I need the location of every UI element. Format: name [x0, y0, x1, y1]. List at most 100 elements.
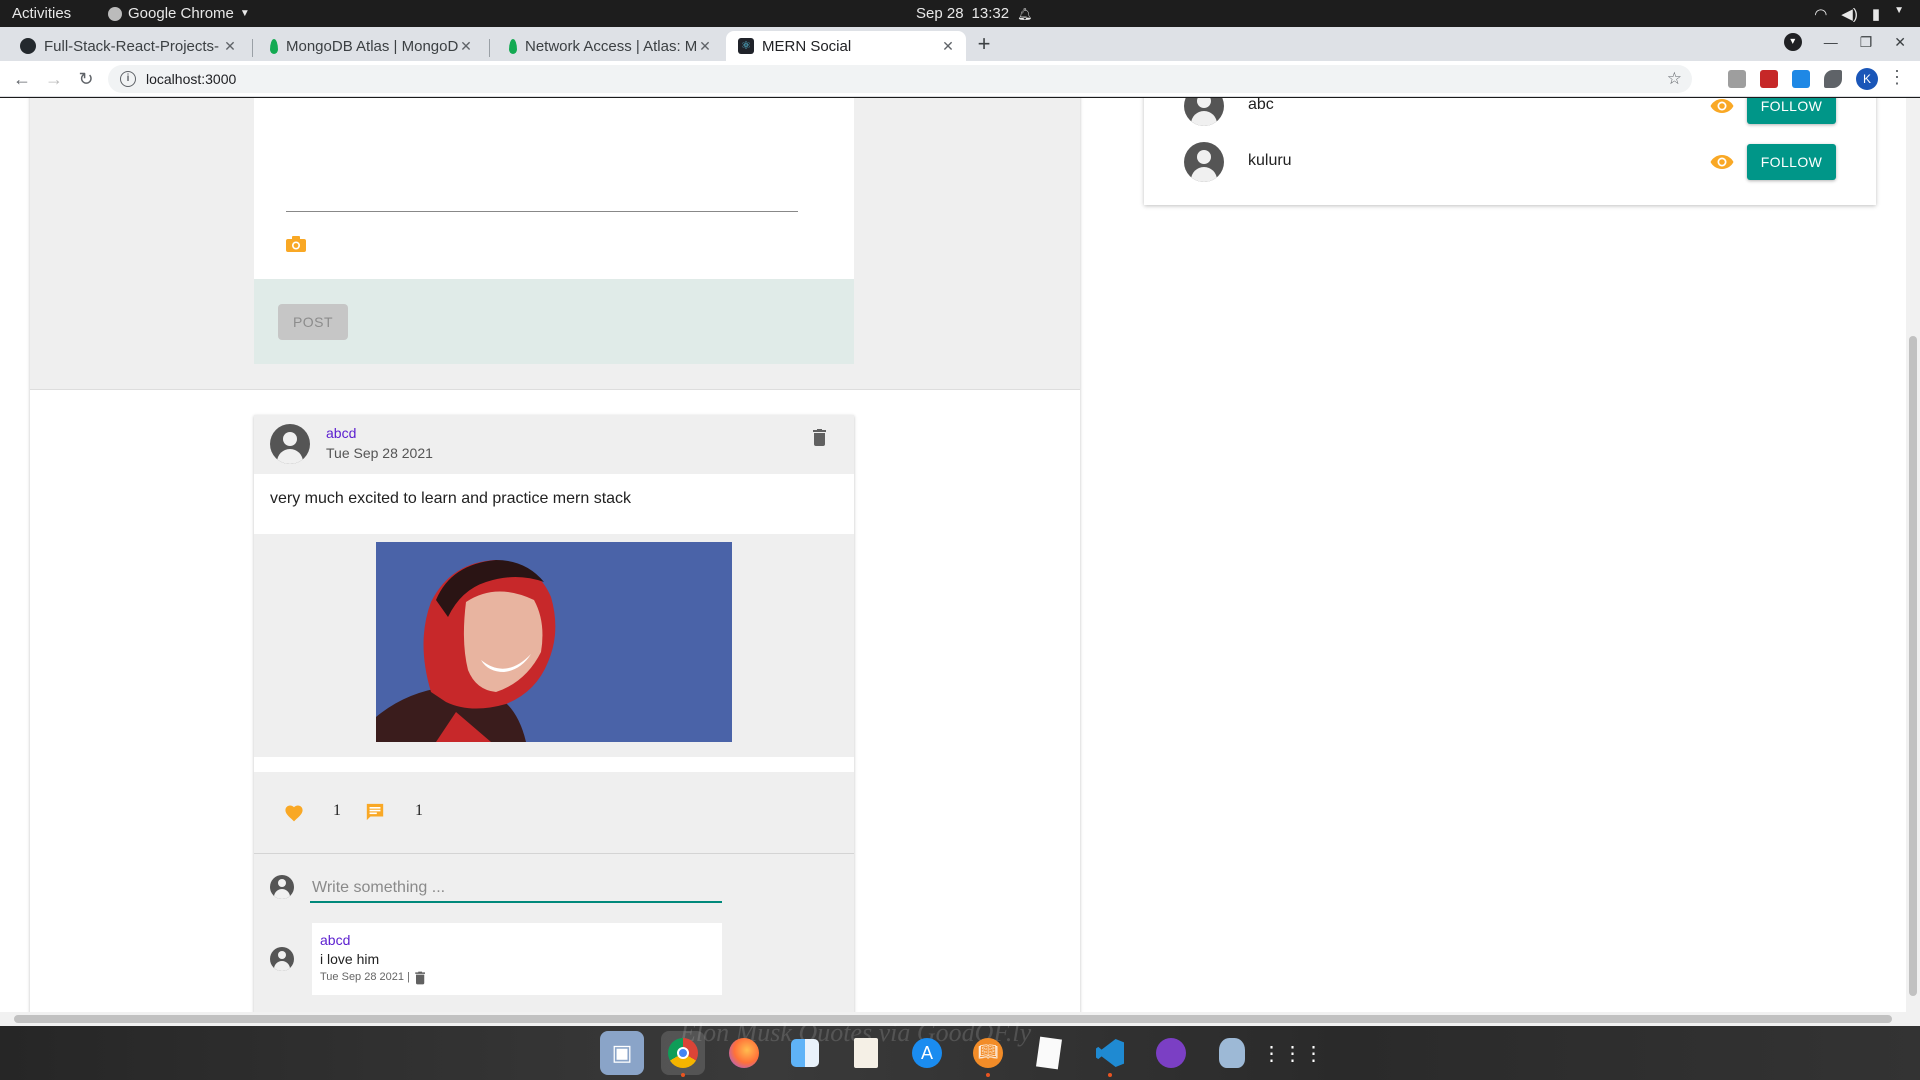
- minimize-icon[interactable]: —: [1824, 34, 1838, 50]
- system-top-bar: Activities Google Chrome ▼ Sep 28 13:32 …: [0, 0, 1920, 27]
- app-menu-label: Google Chrome: [128, 5, 234, 22]
- screenshot-extension-icon[interactable]: [1728, 70, 1746, 88]
- extension-icon[interactable]: [1792, 70, 1810, 88]
- browser-tab-strip: Full-Stack-React-Projects- ✕ MongoDB Atl…: [0, 27, 1920, 61]
- camera-icon[interactable]: [286, 236, 306, 252]
- close-tab-icon[interactable]: ✕: [697, 38, 713, 55]
- extension-icon[interactable]: [1760, 70, 1778, 88]
- scrollbar-thumb[interactable]: [1909, 336, 1917, 996]
- delete-post-icon[interactable]: [813, 429, 826, 446]
- profile-avatar[interactable]: K: [1856, 68, 1878, 90]
- post-date: Tue Sep 28 2021: [326, 445, 433, 461]
- vscode-icon[interactable]: [1088, 1031, 1132, 1077]
- post-actions: 1 1: [254, 772, 854, 854]
- avatar: [270, 947, 294, 971]
- dock-icons: ▣ A 📖︎ ⋮⋮⋮: [600, 1031, 1324, 1077]
- post-card: abcd Tue Sep 28 2021 very much excited t…: [254, 415, 854, 1012]
- follow-user-name[interactable]: abc: [1248, 98, 1274, 114]
- view-profile-eye-icon[interactable]: [1710, 154, 1734, 170]
- close-window-icon[interactable]: ✕: [1894, 34, 1906, 51]
- who-to-follow-card: abc FOLLOW kuluru FOLLOW: [1144, 98, 1876, 205]
- bookmark-star-icon[interactable]: ☆: [1667, 69, 1682, 89]
- post-image: [376, 542, 732, 742]
- maximize-icon[interactable]: ❐: [1860, 34, 1873, 51]
- post-button[interactable]: POST: [278, 304, 348, 340]
- post-divider: [254, 757, 854, 772]
- avatar[interactable]: [1184, 142, 1224, 182]
- app-menu[interactable]: Google Chrome ▼: [108, 5, 250, 22]
- comment-input[interactable]: [310, 875, 722, 903]
- tab-separator: [252, 39, 253, 57]
- activities-button[interactable]: Activities: [12, 5, 71, 22]
- follow-list-item: kuluru FOLLOW: [1144, 142, 1876, 192]
- browser-toolbar: ← → ↻ i localhost:3000 ☆ K ⋮: [0, 61, 1920, 97]
- reload-icon[interactable]: ↻: [74, 67, 98, 91]
- show-applications-icon[interactable]: ⋮⋮⋮: [1262, 1031, 1324, 1075]
- close-tab-icon[interactable]: ✕: [458, 38, 474, 55]
- github-desktop-icon[interactable]: [1149, 1031, 1193, 1075]
- comment-author-link[interactable]: abcd: [320, 932, 350, 948]
- follow-list-item: abc FOLLOW: [1144, 98, 1876, 136]
- clock[interactable]: Sep 28 13:32 🔔︎: [916, 5, 1032, 22]
- tab-title: MERN Social: [762, 37, 852, 55]
- screenshot-app-icon[interactable]: ▣: [600, 1031, 644, 1075]
- wifi-icon: ◠: [1814, 6, 1828, 23]
- tab-separator: [489, 39, 490, 57]
- clock-time: 13:32: [971, 5, 1010, 22]
- finder-icon[interactable]: [783, 1031, 827, 1075]
- avatar: [270, 875, 294, 899]
- firefox-icon[interactable]: [722, 1031, 766, 1075]
- address-bar[interactable]: i localhost:3000 ☆: [108, 65, 1692, 93]
- tab-github[interactable]: Full-Stack-React-Projects- ✕: [8, 31, 248, 61]
- follow-button[interactable]: FOLLOW: [1747, 144, 1836, 180]
- books-icon[interactable]: 📖︎: [966, 1031, 1010, 1077]
- tab-mern-social[interactable]: ⚛ MERN Social ✕: [726, 31, 966, 61]
- url-text: localhost:3000: [146, 71, 237, 87]
- system-tray[interactable]: ◠ ◀) ▮ ▼: [1814, 5, 1904, 23]
- post-text-field-underline[interactable]: [286, 211, 798, 212]
- window-controls: ▾ — ❐ ✕: [1783, 33, 1906, 51]
- comment-item: abcd i love him Tue Sep 28 2021 |: [312, 923, 722, 995]
- clock-date: Sep 28: [916, 5, 964, 22]
- like-heart-icon[interactable]: [284, 803, 304, 823]
- puzzle-extensions-icon[interactable]: [1824, 70, 1842, 88]
- newsfeed-card: POST abcd Tue Sep 28 2021 very much exci…: [30, 98, 1080, 1012]
- comment-text: i love him: [320, 951, 380, 967]
- forward-arrow-icon[interactable]: →: [42, 67, 66, 91]
- mongodb-leaf-icon: [270, 38, 278, 54]
- tab-mongodb-atlas[interactable]: MongoDB Atlas | MongoD ✕: [254, 31, 484, 61]
- vertical-scrollbar[interactable]: [1906, 98, 1920, 1012]
- close-tab-icon[interactable]: ✕: [940, 38, 956, 55]
- browser-menu-icon[interactable]: ⋮: [1888, 67, 1906, 88]
- site-info-icon[interactable]: i: [120, 71, 136, 87]
- battery-icon: ▮: [1871, 6, 1881, 23]
- system-menu-caret-icon: ▼: [1894, 5, 1904, 16]
- delete-comment-icon[interactable]: [415, 971, 425, 985]
- follow-user-name[interactable]: kuluru: [1248, 152, 1292, 170]
- comment-date: Tue Sep 28 2021 |: [320, 970, 410, 983]
- back-arrow-icon[interactable]: ←: [10, 67, 34, 91]
- post-header: abcd Tue Sep 28 2021: [254, 415, 854, 474]
- text-editor-icon[interactable]: [844, 1031, 888, 1075]
- tab-network-access[interactable]: Network Access | Atlas: M ✕: [493, 31, 723, 61]
- new-post-area: POST: [30, 98, 1080, 390]
- tab-title: MongoDB Atlas | MongoD: [286, 37, 458, 55]
- avatar[interactable]: [1184, 98, 1224, 126]
- notification-bell-icon: 🔔︎: [1017, 6, 1033, 21]
- view-profile-eye-icon[interactable]: [1710, 98, 1734, 114]
- app-store-icon[interactable]: A: [905, 1031, 949, 1075]
- close-tab-icon[interactable]: ✕: [222, 38, 238, 55]
- notes-icon[interactable]: [1027, 1031, 1071, 1075]
- comment-meta: Tue Sep 28 2021 |: [320, 970, 425, 985]
- post-author-link[interactable]: abcd: [326, 425, 356, 441]
- new-tab-button[interactable]: +: [970, 31, 998, 59]
- postgresql-icon[interactable]: [1210, 1031, 1254, 1075]
- tab-title: Full-Stack-React-Projects-: [44, 37, 220, 55]
- add-comment-row: [254, 855, 854, 915]
- tab-search-icon[interactable]: ▾: [1783, 33, 1802, 51]
- chrome-icon[interactable]: [661, 1031, 705, 1077]
- avatar[interactable]: [270, 424, 310, 464]
- comment-icon[interactable]: [365, 802, 385, 822]
- follow-button[interactable]: FOLLOW: [1747, 98, 1836, 124]
- new-post-footer: POST: [254, 279, 854, 364]
